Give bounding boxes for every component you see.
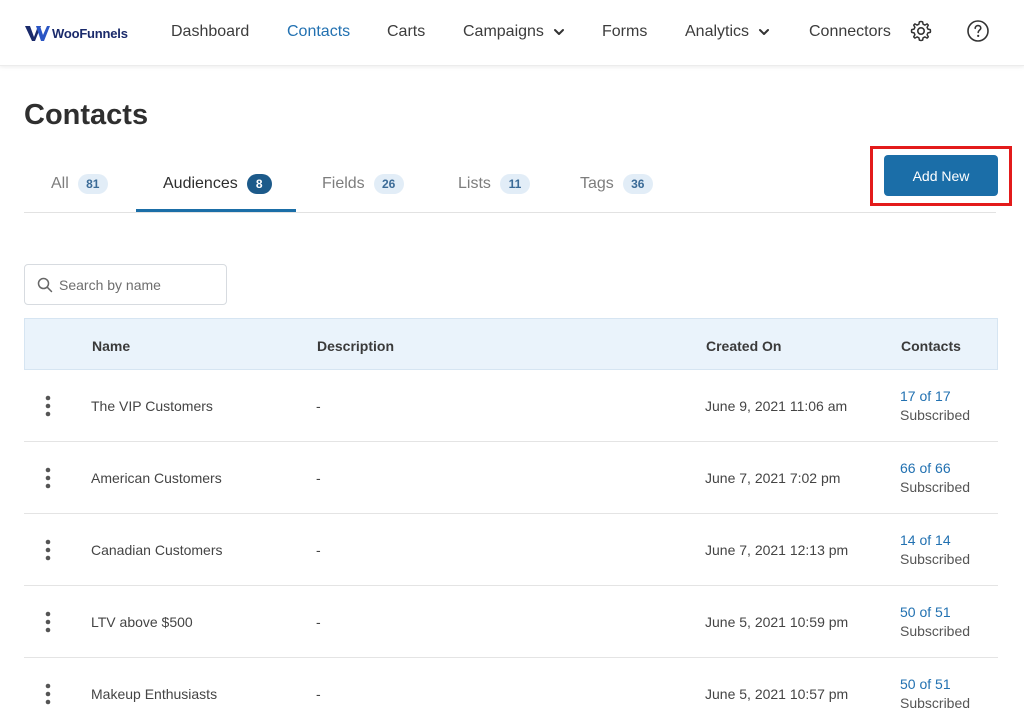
table-header: Name Description Created On Contacts: [24, 318, 998, 370]
row-name[interactable]: Makeup Enthusiasts: [91, 686, 217, 702]
row-contacts: 14 of 14 Subscribed: [900, 532, 970, 567]
row-description: -: [316, 614, 321, 630]
count-badge: 26: [373, 174, 404, 194]
contacts-count-link[interactable]: 50 of 51: [900, 676, 951, 692]
contacts-status: Subscribed: [900, 479, 971, 495]
row-name[interactable]: American Customers: [91, 470, 222, 486]
column-header-name[interactable]: Name: [92, 338, 130, 354]
active-tab-indicator: [136, 209, 296, 212]
row-contacts: 66 of 66 Subscribed: [900, 460, 970, 495]
row-created: June 7, 2021 12:13 pm: [705, 542, 849, 558]
row-name[interactable]: Canadian Customers: [91, 542, 223, 558]
contacts-count-link[interactable]: 17 of 17: [900, 388, 951, 404]
tab-label: Fields: [322, 175, 365, 192]
nav-carts[interactable]: Carts: [387, 23, 425, 41]
tab-all[interactable]: All 81: [51, 155, 108, 213]
contacts-tabs: All 81 Audiences 8 Fields 26 Lists 11 Ta…: [24, 155, 996, 213]
kebab-menu-icon[interactable]: [38, 610, 58, 634]
page-title: Contacts: [24, 99, 149, 131]
column-header-contacts: Contacts: [901, 338, 961, 354]
tab-audiences[interactable]: Audiences 8: [163, 155, 272, 213]
table-row: Canadian Customers - June 7, 2021 12:13 …: [24, 514, 998, 586]
nav-analytics[interactable]: Analytics: [685, 23, 770, 41]
help-icon[interactable]: [966, 19, 990, 43]
tab-fields[interactable]: Fields 26: [322, 155, 404, 213]
contacts-status: Subscribed: [900, 407, 971, 423]
add-new-button[interactable]: Add New: [884, 155, 998, 196]
count-badge: 36: [622, 174, 653, 194]
row-contacts: 17 of 17 Subscribed: [900, 388, 970, 423]
count-badge: 11: [499, 174, 530, 194]
table-row: The VIP Customers - June 9, 2021 11:06 a…: [24, 370, 998, 442]
kebab-menu-icon[interactable]: [38, 466, 58, 490]
brand-logo[interactable]: WooFunnels: [24, 22, 128, 44]
search-input[interactable]: [59, 276, 219, 293]
tab-label: All: [51, 175, 69, 192]
table-row: American Customers - June 7, 2021 7:02 p…: [24, 442, 998, 514]
table-row: Makeup Enthusiasts - June 5, 2021 10:57 …: [24, 658, 998, 726]
kebab-menu-icon[interactable]: [38, 538, 58, 562]
row-created: June 9, 2021 11:06 am: [705, 398, 848, 414]
row-description: -: [316, 542, 321, 558]
chevron-down-icon: [759, 29, 770, 35]
contacts-status: Subscribed: [900, 623, 971, 639]
contacts-status: Subscribed: [900, 551, 971, 567]
row-created: June 7, 2021 7:02 pm: [705, 470, 841, 486]
search-box[interactable]: [24, 264, 227, 305]
tab-tags[interactable]: Tags 36: [580, 155, 653, 213]
contacts-count-link[interactable]: 14 of 14: [900, 532, 951, 548]
logo-icon: [25, 26, 50, 41]
row-created: June 5, 2021 10:57 pm: [705, 686, 849, 702]
nav-connectors[interactable]: Connectors: [809, 23, 891, 41]
nav-analytics-label: Analytics: [685, 23, 750, 40]
count-badge: 8: [246, 174, 272, 194]
search-icon: [37, 277, 53, 292]
contacts-count-link[interactable]: 50 of 51: [900, 604, 951, 620]
row-contacts: 50 of 51 Subscribed: [900, 676, 970, 711]
nav-campaigns-label: Campaigns: [463, 23, 544, 40]
contacts-count-link[interactable]: 66 of 66: [900, 460, 951, 476]
table-row: LTV above $500 - June 5, 2021 10:59 pm 5…: [24, 586, 998, 658]
chevron-down-icon: [553, 29, 564, 35]
nav-forms[interactable]: Forms: [602, 23, 647, 41]
kebab-menu-icon[interactable]: [38, 394, 58, 418]
row-description: -: [316, 398, 321, 414]
top-nav: WooFunnels Dashboard Contacts Carts Camp…: [0, 0, 1024, 66]
tab-label: Tags: [580, 175, 614, 192]
tab-lists[interactable]: Lists 11: [458, 155, 530, 213]
column-header-created[interactable]: Created On: [706, 338, 781, 354]
audiences-table: Name Description Created On Contacts The…: [24, 318, 998, 726]
row-description: -: [316, 686, 321, 702]
kebab-menu-icon[interactable]: [38, 682, 58, 706]
row-description: -: [316, 470, 321, 486]
tab-label: Audiences: [163, 175, 238, 192]
row-created: June 5, 2021 10:59 pm: [705, 614, 849, 630]
contacts-status: Subscribed: [900, 695, 971, 711]
nav-contacts[interactable]: Contacts: [287, 23, 350, 41]
count-badge: 81: [77, 174, 108, 194]
tab-label: Lists: [458, 175, 491, 192]
column-header-description: Description: [317, 338, 395, 354]
row-name[interactable]: The VIP Customers: [91, 398, 213, 414]
row-name[interactable]: LTV above $500: [91, 614, 193, 630]
nav-dashboard[interactable]: Dashboard: [171, 23, 249, 41]
row-contacts: 50 of 51 Subscribed: [900, 604, 970, 639]
gear-icon[interactable]: [909, 19, 933, 43]
brand-name: WooFunnels: [52, 25, 128, 41]
nav-campaigns[interactable]: Campaigns: [463, 23, 565, 41]
